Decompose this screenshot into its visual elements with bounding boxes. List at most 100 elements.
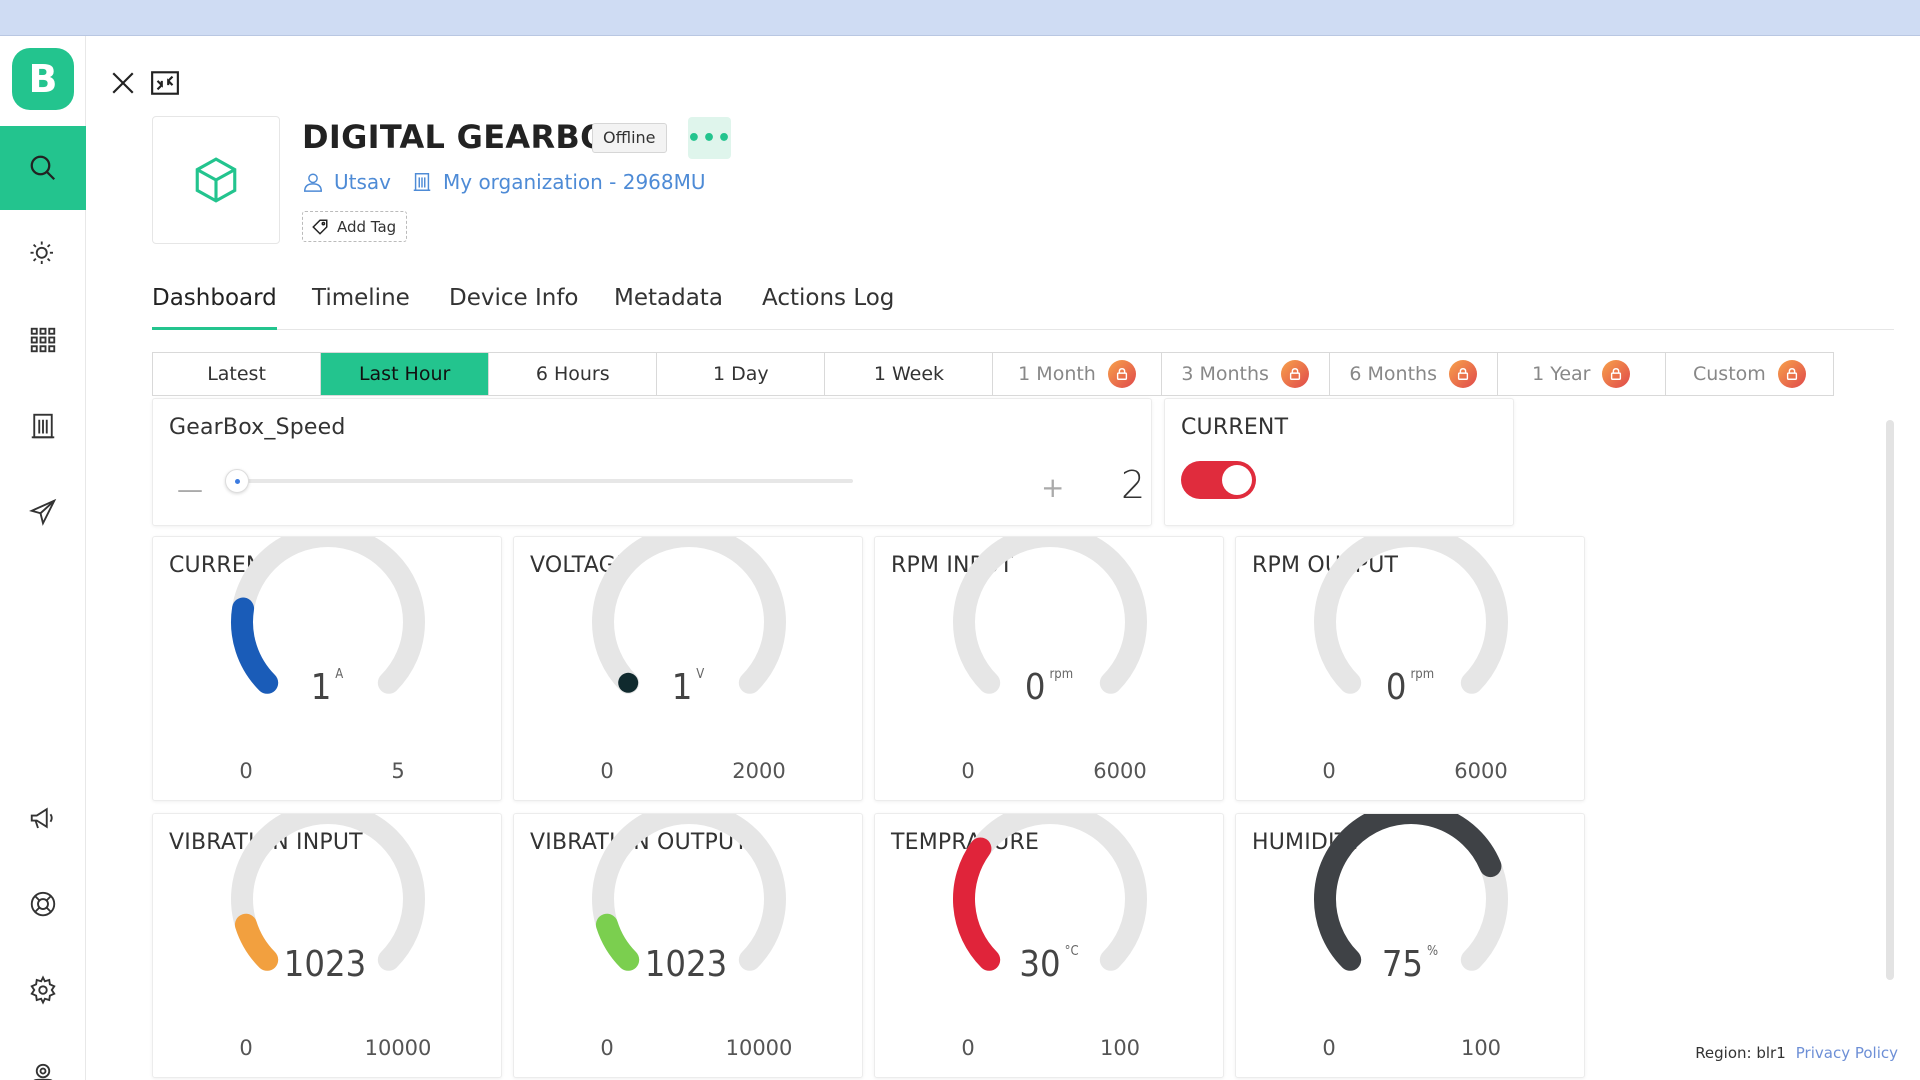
lifebuoy-icon: [30, 891, 56, 917]
slider-track[interactable]: [233, 479, 853, 483]
switch-knob: [1222, 465, 1252, 495]
scrollbar[interactable]: [1886, 420, 1894, 980]
search-icon: [30, 155, 56, 181]
range-6-hours[interactable]: 6 Hours: [489, 353, 658, 395]
tab-device-info[interactable]: Device Info: [449, 280, 579, 330]
gauge-unit: A: [335, 667, 344, 682]
gauge-min-label: 0: [239, 759, 253, 783]
range-1-week[interactable]: 1 Week: [825, 353, 994, 395]
gauge-widget: RPM INPUT 0 rpm 0 6000: [874, 536, 1224, 801]
range-custom[interactable]: Custom: [1666, 353, 1833, 395]
range-1-year[interactable]: 1 Year: [1498, 353, 1666, 395]
gauge-widget: VOLTAGE 1 V 0 2000: [513, 536, 863, 801]
lock-icon: [1777, 360, 1806, 388]
lock-icon: [1280, 360, 1309, 388]
organization-link[interactable]: My organization - 2968MU: [443, 170, 706, 194]
range-latest[interactable]: Latest: [153, 353, 322, 395]
tab-timeline[interactable]: Timeline: [312, 280, 410, 330]
gauge-value: 0 rpm: [875, 667, 1223, 708]
gauge-min-label: 0: [961, 759, 975, 783]
device-meta: Utsav My organization - 2968MU: [302, 170, 706, 194]
range-label: 1 Month: [1018, 363, 1096, 385]
gauge-number: 0: [1024, 667, 1046, 708]
range-label: 6 Months: [1349, 363, 1437, 385]
sidebar-item-help[interactable]: [0, 862, 86, 946]
gauge-track: [953, 537, 1147, 694]
gauge-value: 1A: [153, 667, 501, 708]
slider-increment-button[interactable]: +: [1041, 471, 1064, 504]
send-icon: [29, 498, 57, 526]
owner-link[interactable]: Utsav: [334, 170, 391, 194]
range-3-months[interactable]: 3 Months: [1162, 353, 1330, 395]
more-options-button[interactable]: •••: [687, 117, 731, 159]
gauge-widget: CURRENT 1 A 0 5: [152, 536, 502, 801]
gauge-max-label: 100: [1099, 1036, 1141, 1060]
privacy-policy-link[interactable]: Privacy Policy: [1796, 1044, 1898, 1062]
gauge-track: [592, 814, 786, 971]
sidebar-item-settings[interactable]: [0, 948, 86, 1032]
sidebar-item-organizations[interactable]: [0, 384, 86, 468]
gauge-unit: rpm: [1049, 667, 1074, 682]
gauge-max-label: 2000: [732, 759, 786, 783]
range-6-months[interactable]: 6 Months: [1330, 353, 1498, 395]
widget-title: CURRENT: [1181, 415, 1289, 440]
sun-user-icon: [30, 241, 53, 264]
gauge-max-label: 100: [1460, 1036, 1502, 1060]
sidebar-item-announcements[interactable]: [0, 776, 86, 860]
range-1-day[interactable]: 1 Day: [657, 353, 826, 395]
sidebar-item-messages[interactable]: [0, 470, 86, 554]
region-label: Region: blr1: [1695, 1044, 1786, 1062]
close-button[interactable]: [106, 66, 140, 100]
user-icon: [304, 173, 322, 192]
sidebar-item-search[interactable]: [0, 126, 86, 210]
range-label: Last Hour: [358, 363, 451, 385]
device-thumbnail[interactable]: [152, 116, 280, 244]
sidebar-item-profile[interactable]: [0, 1034, 86, 1080]
gauge-min-label: 0: [600, 1036, 614, 1060]
sidebar: B: [0, 36, 86, 1080]
gauge-widget: TEMPRATURE 30 °C 0 100: [874, 813, 1224, 1078]
gauge-number: 1: [671, 667, 693, 708]
gauge-number: 0: [1385, 667, 1407, 708]
device-tabs: Dashboard Timeline Device Info Metadata …: [152, 280, 1894, 330]
sidebar-item-automations[interactable]: [0, 212, 86, 296]
gauge-max-label: 10000: [364, 1036, 432, 1060]
gauge-widget: VIBRATION INPUT 1023 0 10000: [152, 813, 502, 1078]
add-tag-button[interactable]: Add Tag: [302, 211, 408, 242]
lock-icon: [1602, 360, 1631, 388]
app-logo[interactable]: B: [12, 48, 74, 110]
gauge-min-label: 0: [239, 1036, 253, 1060]
gauge-number: 1023: [283, 944, 367, 985]
gauge-track: [953, 814, 1147, 971]
gauge-max-label: 6000: [1093, 759, 1147, 783]
gauge-number: 1: [310, 667, 332, 708]
gauge-fill: [1314, 814, 1502, 971]
range-label: 1 Year: [1532, 363, 1591, 385]
gauge-unit: rpm: [1410, 667, 1435, 682]
range-last-hour[interactable]: Last Hour: [321, 353, 490, 395]
gauge-track: [592, 537, 786, 694]
range-label: Custom: [1692, 363, 1766, 385]
range-1-month[interactable]: 1 Month: [993, 353, 1162, 395]
slider-widget: GearBox_Speed — + 2: [152, 398, 1152, 526]
time-range-selector: Latest Last Hour 6 Hours 1 Day 1 Week 1 …: [152, 352, 1834, 396]
gauge-value: 75%: [1236, 944, 1584, 985]
current-toggle-switch[interactable]: [1181, 461, 1256, 499]
gauge-max-label: 5: [391, 759, 405, 783]
sidebar-item-apps[interactable]: [0, 298, 86, 382]
gauge-min-label: 0: [1322, 1036, 1336, 1060]
lock-icon: [1448, 360, 1477, 388]
tab-dashboard[interactable]: Dashboard: [152, 280, 277, 330]
slider-decrement-button[interactable]: —: [177, 475, 203, 505]
slider-handle[interactable]: [225, 469, 249, 493]
footer: Region: blr1 Privacy Policy: [1695, 1044, 1898, 1062]
collapse-icon: [151, 71, 179, 95]
user-badge-icon: [33, 1063, 53, 1080]
gauge-widget: HUMIDITY 75% 0 100: [1235, 813, 1585, 1078]
tab-actions-log[interactable]: Actions Log: [762, 280, 894, 330]
collapse-button[interactable]: [148, 66, 182, 100]
lock-icon: [1107, 360, 1136, 388]
gauge-unit: V: [696, 667, 705, 682]
tab-metadata[interactable]: Metadata: [614, 280, 723, 330]
gauge-min-label: 0: [961, 1036, 975, 1060]
